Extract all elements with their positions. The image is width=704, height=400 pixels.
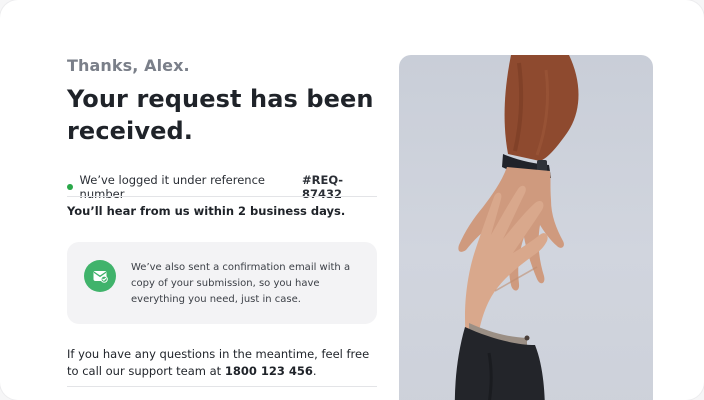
email-confirmation-text: We’ve also sent a confirmation email wit… — [131, 262, 351, 305]
status-dot-icon — [67, 184, 73, 190]
support-message: If you have any questions in the meantim… — [67, 346, 377, 380]
response-timeline: You’ll hear from us within 2 business da… — [67, 204, 346, 218]
divider — [67, 196, 377, 197]
greeting: Thanks, Alex. — [67, 56, 190, 75]
mail-check-icon — [84, 260, 116, 292]
hands-photo — [399, 55, 653, 400]
confirmation-content: Thanks, Alex. Your request has been rece… — [67, 56, 377, 387]
page-title: Your request has been received. — [67, 85, 374, 145]
support-phone[interactable]: 1800 123 456 — [225, 364, 313, 378]
divider — [67, 386, 377, 387]
hands-illustration — [454, 55, 579, 400]
support-message-end: . — [312, 364, 317, 378]
support-message-text: If you have any questions in the meantim… — [67, 347, 370, 378]
confirmation-card: Thanks, Alex. Your request has been rece… — [0, 0, 704, 400]
email-confirmation-box: We’ve also sent a confirmation email wit… — [67, 242, 377, 324]
